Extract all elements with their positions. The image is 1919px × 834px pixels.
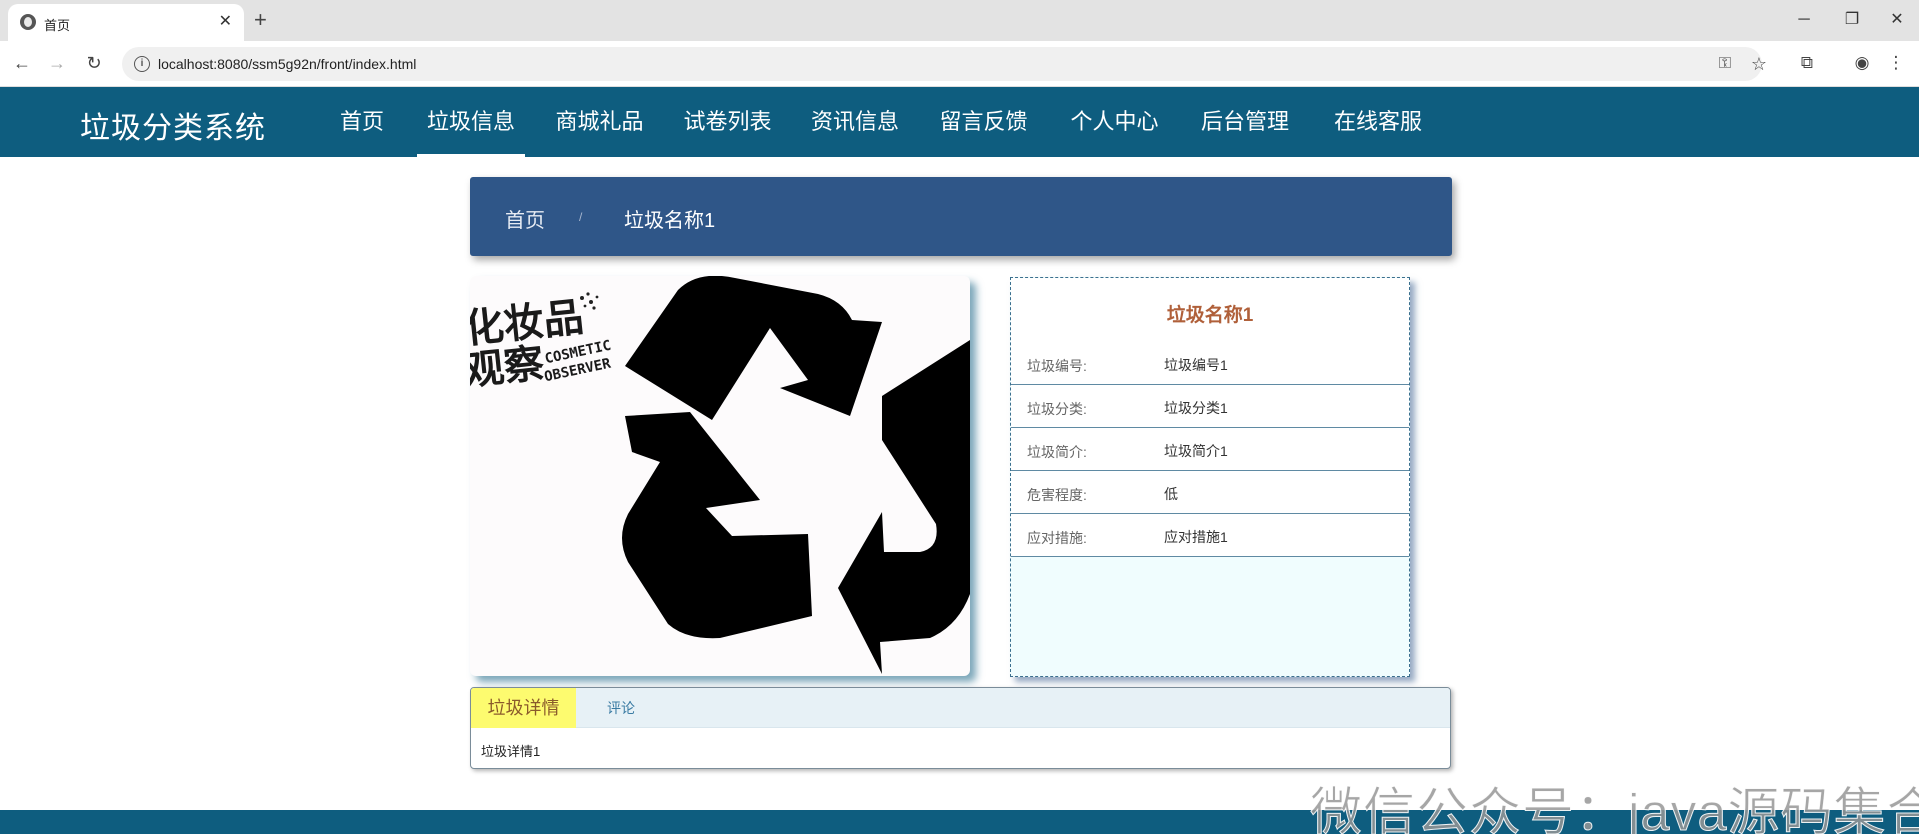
back-icon[interactable]: ← (10, 51, 34, 75)
restore-icon[interactable]: ❐ (1840, 8, 1864, 32)
info-label: 危害程度: (1027, 487, 1087, 503)
detail-tabs-box: 垃圾详情 评论 垃圾详情1 (470, 687, 1451, 769)
recycle-icon: 化妆品 观察 COSMETIC OBSERVER (470, 276, 970, 674)
breadcrumb-current: 垃圾名称1 (624, 210, 716, 232)
breadcrumb-home[interactable]: 首页 (505, 204, 545, 233)
garbage-info-panel: 垃圾名称1 垃圾编号: 垃圾编号1 垃圾分类: 垃圾分类1 垃圾简介: 垃圾简介… (1010, 277, 1410, 677)
nav-admin[interactable]: 后台管理 (1200, 87, 1290, 157)
browser-toolbar: ← → ↻ i localhost:8080/ssm5g92n/front/in… (0, 41, 1919, 87)
info-label: 垃圾简介: (1027, 444, 1087, 460)
info-label: 垃圾编号: (1027, 358, 1087, 374)
detail-content: 垃圾详情1 (481, 744, 541, 759)
site-header: 垃圾分类系统 首页 垃圾信息 商城礼品 试卷列表 资讯信息 留言反馈 个人中心 … (0, 87, 1919, 157)
nav-online-service[interactable]: 在线客服 (1333, 87, 1423, 157)
new-tab-icon[interactable]: + (254, 7, 267, 33)
nav-home[interactable]: 首页 (340, 87, 384, 157)
info-row-summary: 垃圾简介: 垃圾简介1 (1011, 428, 1409, 471)
breadcrumb: 首页 / 垃圾名称1 (470, 177, 1452, 256)
breadcrumb-separator: / (579, 210, 583, 224)
password-key-icon[interactable]: ⚿ (1714, 53, 1736, 75)
info-label: 应对措施: (1027, 530, 1087, 546)
info-row-id: 垃圾编号: 垃圾编号1 (1011, 342, 1409, 385)
browser-tab-bar: 首页 ✕ + ─ ❐ ✕ (0, 0, 1919, 41)
nav-feedback[interactable]: 留言反馈 (939, 87, 1028, 157)
info-value: 低 (1164, 486, 1178, 502)
browser-tab[interactable]: 首页 ✕ (8, 4, 244, 41)
info-value: 垃圾分类1 (1164, 400, 1228, 416)
info-row-hazard: 危害程度: 低 (1011, 471, 1409, 514)
garbage-name-title: 垃圾名称1 (1166, 305, 1254, 326)
info-value: 垃圾编号1 (1164, 357, 1228, 373)
nav-news[interactable]: 资讯信息 (810, 87, 900, 157)
browser-tab-title: 首页 (44, 18, 71, 33)
garbage-image: 化妆品 观察 COSMETIC OBSERVER (470, 276, 970, 676)
globe-icon (20, 14, 36, 30)
info-label: 垃圾分类: (1027, 401, 1087, 417)
menu-kebab-icon[interactable]: ⋮ (1884, 51, 1908, 75)
nav-exam-list[interactable]: 试卷列表 (683, 87, 772, 157)
info-value: 垃圾简介1 (1164, 443, 1228, 459)
url-text[interactable]: localhost:8080/ssm5g92n/front/index.html (158, 56, 416, 72)
info-row-category: 垃圾分类: 垃圾分类1 (1011, 385, 1409, 428)
search-tabs-icon[interactable]: ⧉ (1795, 51, 1819, 75)
close-tab-icon[interactable]: ✕ (219, 12, 232, 32)
watermark-text: 微信公众号：java源码集合 (1309, 784, 1919, 834)
site-title[interactable]: 垃圾分类系统 (80, 103, 266, 147)
tab-garbage-detail[interactable]: 垃圾详情 (471, 688, 576, 728)
nav-mall-gifts[interactable]: 商城礼品 (555, 87, 644, 157)
reload-icon[interactable]: ↻ (82, 51, 106, 75)
detail-tab-strip: 垃圾详情 评论 (471, 688, 1450, 728)
address-bar[interactable]: i localhost:8080/ssm5g92n/front/index.ht… (122, 47, 1767, 81)
tab-comments[interactable]: 评论 (607, 688, 635, 728)
minimize-icon[interactable]: ─ (1792, 8, 1816, 32)
bookmark-star-icon[interactable]: ☆ (1748, 53, 1770, 75)
close-window-icon[interactable]: ✕ (1885, 8, 1909, 32)
info-row-measures: 应对措施: 应对措施1 (1011, 514, 1409, 557)
profile-icon[interactable]: ◉ (1850, 51, 1874, 75)
overlay-cn-2: 观察 (470, 341, 546, 395)
nav-personal-center[interactable]: 个人中心 (1070, 87, 1159, 157)
info-value: 应对措施1 (1164, 529, 1228, 545)
site-info-icon[interactable]: i (134, 56, 150, 72)
forward-icon[interactable]: → (45, 51, 69, 75)
nav-garbage-info[interactable]: 垃圾信息 (417, 87, 525, 157)
